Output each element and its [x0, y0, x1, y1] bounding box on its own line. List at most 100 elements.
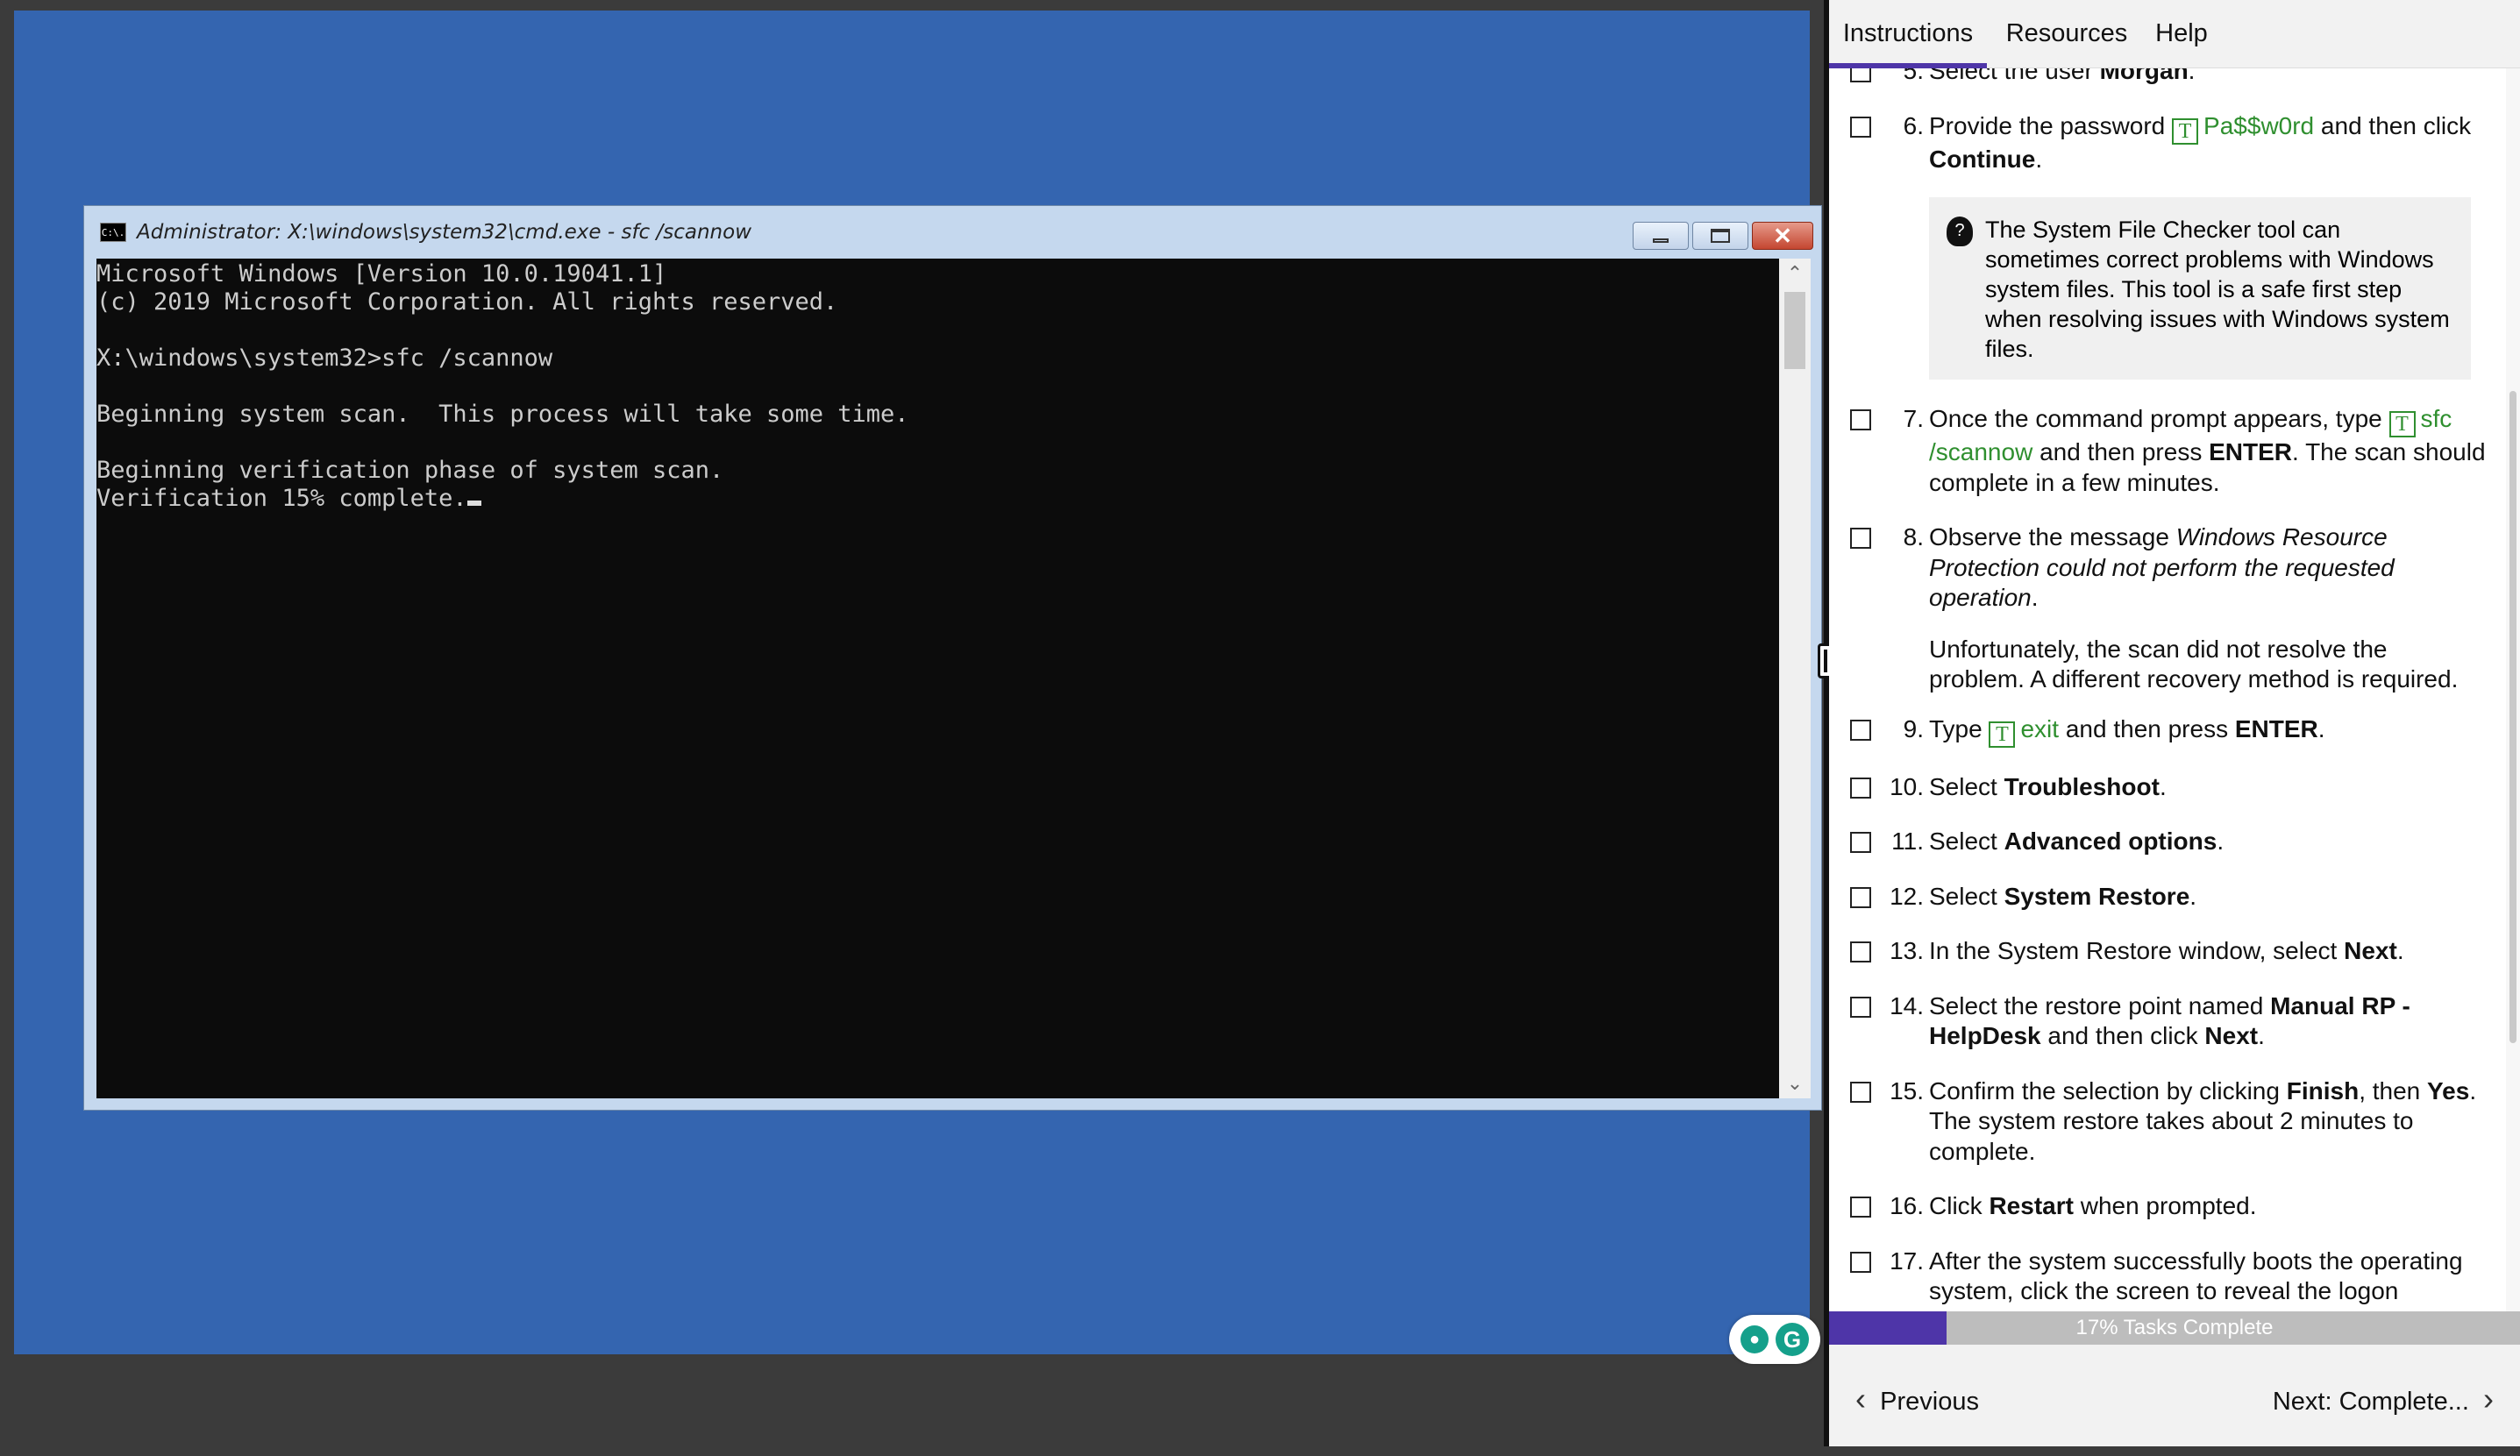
step-text: Once the command prompt appears, type — [1929, 405, 2389, 432]
step-checkbox[interactable] — [1850, 1081, 1871, 1103]
chevron-up-icon[interactable]: ⌃ — [1779, 259, 1811, 288]
step-text: . — [2217, 827, 2225, 855]
step-checkbox[interactable] — [1850, 68, 1871, 82]
step-12: 12. Select System Restore. — [1829, 882, 2506, 913]
text-cursor — [466, 501, 481, 506]
console-line: ​ — [96, 316, 1780, 344]
close-button[interactable]: ✕ — [1752, 222, 1813, 250]
step-bold: ENTER — [2234, 714, 2318, 742]
step-text: In the System Restore window, select — [1929, 937, 2345, 964]
step-checkbox[interactable] — [1850, 1251, 1871, 1273]
tab-help[interactable]: Help — [2146, 0, 2217, 67]
step-checkbox[interactable] — [1850, 528, 1871, 549]
tab-instructions[interactable]: Instructions — [1829, 0, 1987, 67]
scroll-thumb[interactable] — [1784, 292, 1805, 369]
step-text: . — [2396, 937, 2404, 964]
step-number: 7. — [1903, 405, 1924, 432]
step-14: 14. Select the restore point named Manua… — [1829, 991, 2506, 1052]
step-bold: Yes — [2427, 1076, 2470, 1104]
step-checkbox[interactable] — [1850, 996, 1871, 1018]
close-icon: ✕ — [1773, 223, 1792, 249]
step-bold: ENTER — [2209, 438, 2293, 465]
step-13: 13. In the System Restore window, select… — [1829, 936, 2506, 967]
step-number: 15. — [1890, 1076, 1924, 1104]
navigation-bar: ‹ Previous Next: Complete... › — [1829, 1345, 2520, 1446]
steps-scrollbar[interactable] — [2506, 68, 2520, 1311]
maximize-icon — [1711, 229, 1730, 243]
step-checkbox[interactable] — [1850, 777, 1871, 799]
step-checkbox[interactable] — [1850, 719, 1871, 741]
step-text: , then — [2359, 1076, 2428, 1104]
step-bold: System Restore — [2004, 882, 2190, 910]
chevron-right-icon: › — [2483, 1381, 2494, 1417]
chevron-down-icon[interactable]: ⌄ — [1779, 1069, 1811, 1098]
step-checkbox[interactable] — [1850, 886, 1871, 908]
step-text: Select — [1929, 772, 2004, 800]
note-text: The System File Checker tool can sometim… — [1985, 217, 2450, 362]
progress-label: 17% Tasks Complete — [2075, 1316, 2274, 1339]
step-bold: Finish — [2286, 1076, 2360, 1104]
cmd-console[interactable]: Microsoft Windows [Version 10.0.19041.1]… — [96, 259, 1811, 1098]
step-checkbox[interactable] — [1850, 409, 1871, 430]
step-10: 10. Select Troubleshoot. — [1829, 772, 2506, 803]
step-6: 6. Provide the password T Pa$$w0rd and th… — [1829, 111, 2506, 175]
type-text-icon: T — [2172, 117, 2199, 145]
step-checkbox[interactable] — [1850, 832, 1871, 853]
step-text: and then press — [2059, 714, 2235, 742]
step-text: Select — [1929, 827, 2004, 855]
console-line: Verification 15% complete. — [96, 485, 1780, 513]
minimize-button[interactable] — [1633, 222, 1689, 250]
console-scrollbar[interactable]: ⌃ ⌄ — [1779, 259, 1811, 1098]
step-text: Select the restore point named — [1929, 991, 2271, 1019]
maximize-button[interactable] — [1692, 222, 1748, 250]
chevron-left-icon: ‹ — [1855, 1381, 1866, 1417]
step-checkbox[interactable] — [1850, 941, 1871, 962]
step-paragraph: Unfortunately, the scan did not resolve … — [1929, 635, 2459, 693]
step-bold: Advanced options — [2004, 827, 2217, 855]
console-line: (c) 2019 Microsoft Corporation. All righ… — [96, 288, 838, 316]
step-checkbox[interactable] — [1850, 1197, 1871, 1218]
step-number: 6. — [1903, 111, 1924, 139]
cmd-titlebar[interactable]: C:\. Administrator: X:\windows\system32\… — [84, 206, 1821, 259]
step-text: and then click — [2040, 1022, 2205, 1049]
steps-list[interactable]: 5. Select the user Morgan. 6. Provide th… — [1829, 68, 2506, 1311]
previous-button[interactable]: ‹ Previous — [1855, 1345, 1979, 1446]
step-text: Provide the password — [1929, 111, 2173, 139]
step-text: and then press — [2032, 438, 2210, 465]
cmd-window[interactable]: C:\. Administrator: X:\windows\system32\… — [83, 205, 1822, 1111]
step-11: 11. Select Advanced options. — [1829, 827, 2506, 857]
grammarly-badge[interactable]: ● G — [1729, 1315, 1820, 1364]
type-text-link[interactable]: Texit — [1989, 715, 2059, 748]
step-8: 8. Observe the message Windows Resource … — [1829, 522, 2506, 695]
step-number: 13. — [1890, 937, 1924, 964]
step-text: Select the user — [1929, 68, 2100, 84]
step-bold: Next — [2344, 937, 2397, 964]
step-15: 15. Confirm the selection by clicking Fi… — [1829, 1076, 2506, 1168]
console-line: ​ — [96, 429, 1780, 457]
step-number: 9. — [1903, 714, 1924, 742]
lightbulb-icon[interactable]: ● — [1741, 1325, 1769, 1353]
console-line: ​ — [96, 373, 1780, 401]
tab-resources[interactable]: Resources — [2001, 0, 2132, 67]
previous-label: Previous — [1880, 1388, 1979, 1416]
step-number: 17. — [1890, 1246, 1924, 1275]
cmd-app-icon: C:\. — [100, 223, 126, 242]
info-note: ? The System File Checker tool can somet… — [1929, 197, 2471, 380]
step-text: Click — [1929, 1192, 1990, 1219]
step-number: 12. — [1890, 882, 1924, 910]
type-text-link[interactable]: T Pa$$w0rd — [2172, 112, 2314, 145]
step-number: 14. — [1890, 991, 1924, 1019]
step-bold: Restart — [1989, 1192, 2074, 1219]
step-number: 16. — [1890, 1192, 1924, 1219]
instructions-panel: Instructions Resources Help 5. Select th… — [1829, 0, 2520, 1446]
remote-desktop[interactable]: C:\. Administrator: X:\windows\system32\… — [14, 11, 1822, 1364]
step-9: 9. Type Texit and then press ENTER. — [1829, 714, 2506, 748]
step-checkbox[interactable] — [1850, 116, 1871, 138]
grammarly-icon[interactable]: G — [1776, 1323, 1809, 1356]
step-17: 17. After the system successfully boots … — [1829, 1246, 2506, 1307]
scroll-thumb[interactable] — [2509, 391, 2516, 1043]
step-text: . — [2189, 882, 2197, 910]
step-7: 7. Once the command prompt appears, type… — [1829, 404, 2506, 498]
next-button[interactable]: Next: Complete... › — [2273, 1345, 2494, 1446]
step-text: when prompted. — [2073, 1192, 2257, 1219]
